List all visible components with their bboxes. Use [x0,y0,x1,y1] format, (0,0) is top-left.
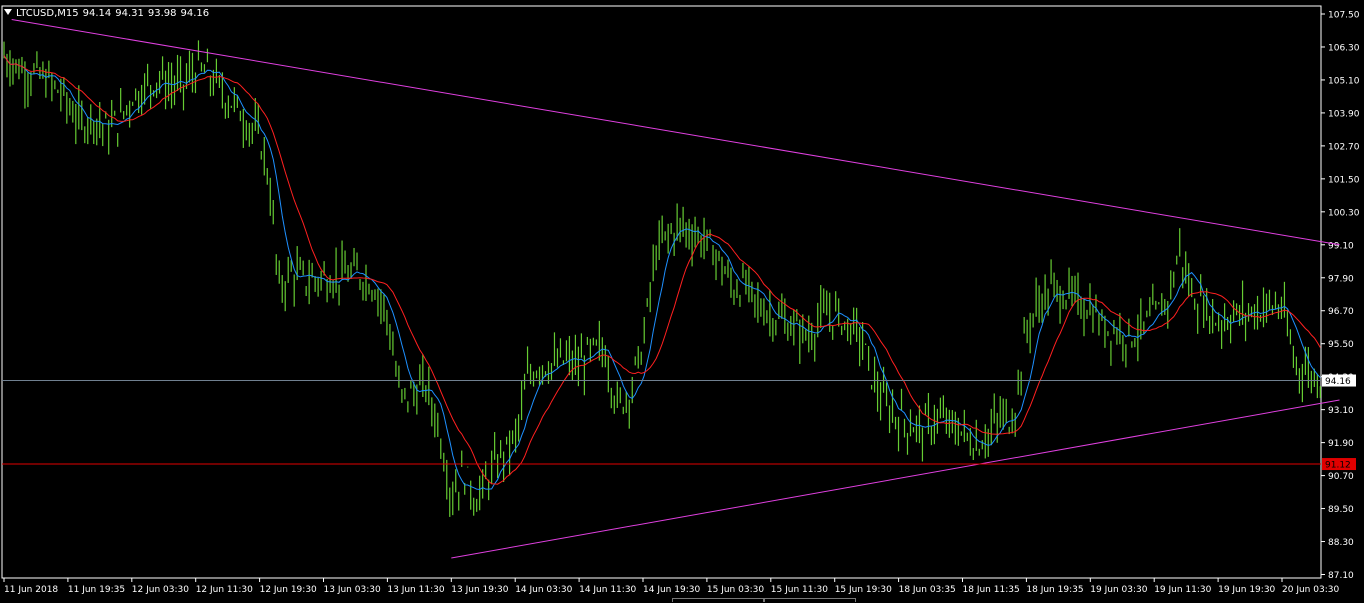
y-tick-label: 97.90 [1328,274,1354,284]
y-tick-label: 99.10 [1328,241,1354,251]
x-tick-label: 11 Jun 2018 [4,585,58,595]
x-tick-label: 13 Jun 11:30 [387,585,444,595]
x-tick-label: 19 Jun 19:30 [1218,585,1275,595]
support-label: 91.12 [1325,461,1351,471]
x-tick-label: 12 Jun 03:30 [132,585,189,595]
chart-canvas[interactable]: 107.50 106.30 105.10 103.90 102.70 101.50 100.… [0,0,1364,598]
y-tick-label: 90.70 [1328,472,1354,482]
chart[interactable]: LTCUSD,M15 94.14 94.31 93.98 94.16 107.50 106… [0,0,1364,603]
x-tick-label: 20 Jun 03:30 [1282,585,1339,595]
x-tick-label: 12 Jun 19:30 [260,585,317,595]
trendline-resistance [11,19,1340,246]
x-tick-label: 14 Jun 19:30 [643,585,700,595]
x-tick-label: 18 Jun 03:35 [899,585,956,595]
y-tick-label: 89.50 [1328,505,1354,515]
y-tick-label: 91.90 [1328,439,1354,449]
x-tick-label: 19 Jun 11:30 [1154,585,1211,595]
x-tick-label: 15 Jun 19:30 [835,585,892,595]
x-tick-label: 13 Jun 19:30 [451,585,508,595]
y-tick-label: 102.70 [1328,142,1360,152]
y-tick-label: 105.10 [1328,76,1360,86]
y-tick-label: 87.10 [1328,571,1354,581]
x-tick-label: 18 Jun 19:35 [1026,585,1083,595]
x-tick-label: 15 Jun 11:30 [771,585,828,595]
x-tick-label: 19 Jun 03:30 [1090,585,1147,595]
x-tick-label: 15 Jun 03:30 [707,585,764,595]
y-tick-label: 101.50 [1328,175,1360,185]
ma-slow-line [3,55,1321,485]
y-tick-label: 95.50 [1328,340,1354,350]
y-tick-label: 100.30 [1328,208,1360,218]
y-tick-label: 88.30 [1328,538,1354,548]
y-tick-label: 106.30 [1328,43,1360,53]
y-tick-label: 107.50 [1328,11,1360,21]
x-tick-label: 14 Jun 03:30 [515,585,572,595]
x-tick-label: 18 Jun 11:35 [963,585,1020,595]
ma-fast-line [3,55,1321,491]
x-tick-label: 12 Jun 11:30 [196,585,253,595]
x-tick-label: 11 Jun 19:35 [68,585,125,595]
scroll-thumb-2[interactable] [764,598,856,602]
x-tick-label: 13 Jun 03:30 [324,585,381,595]
y-tick-label: 103.90 [1328,109,1360,119]
scroll-thumb[interactable] [672,598,764,602]
x-tick-label: 14 Jun 11:30 [579,585,636,595]
y-tick-label: 93.10 [1328,406,1354,416]
y-tick-label: 96.70 [1328,307,1354,317]
scroll-bar[interactable] [0,598,1364,603]
current-price-label: 94.16 [1325,377,1351,387]
